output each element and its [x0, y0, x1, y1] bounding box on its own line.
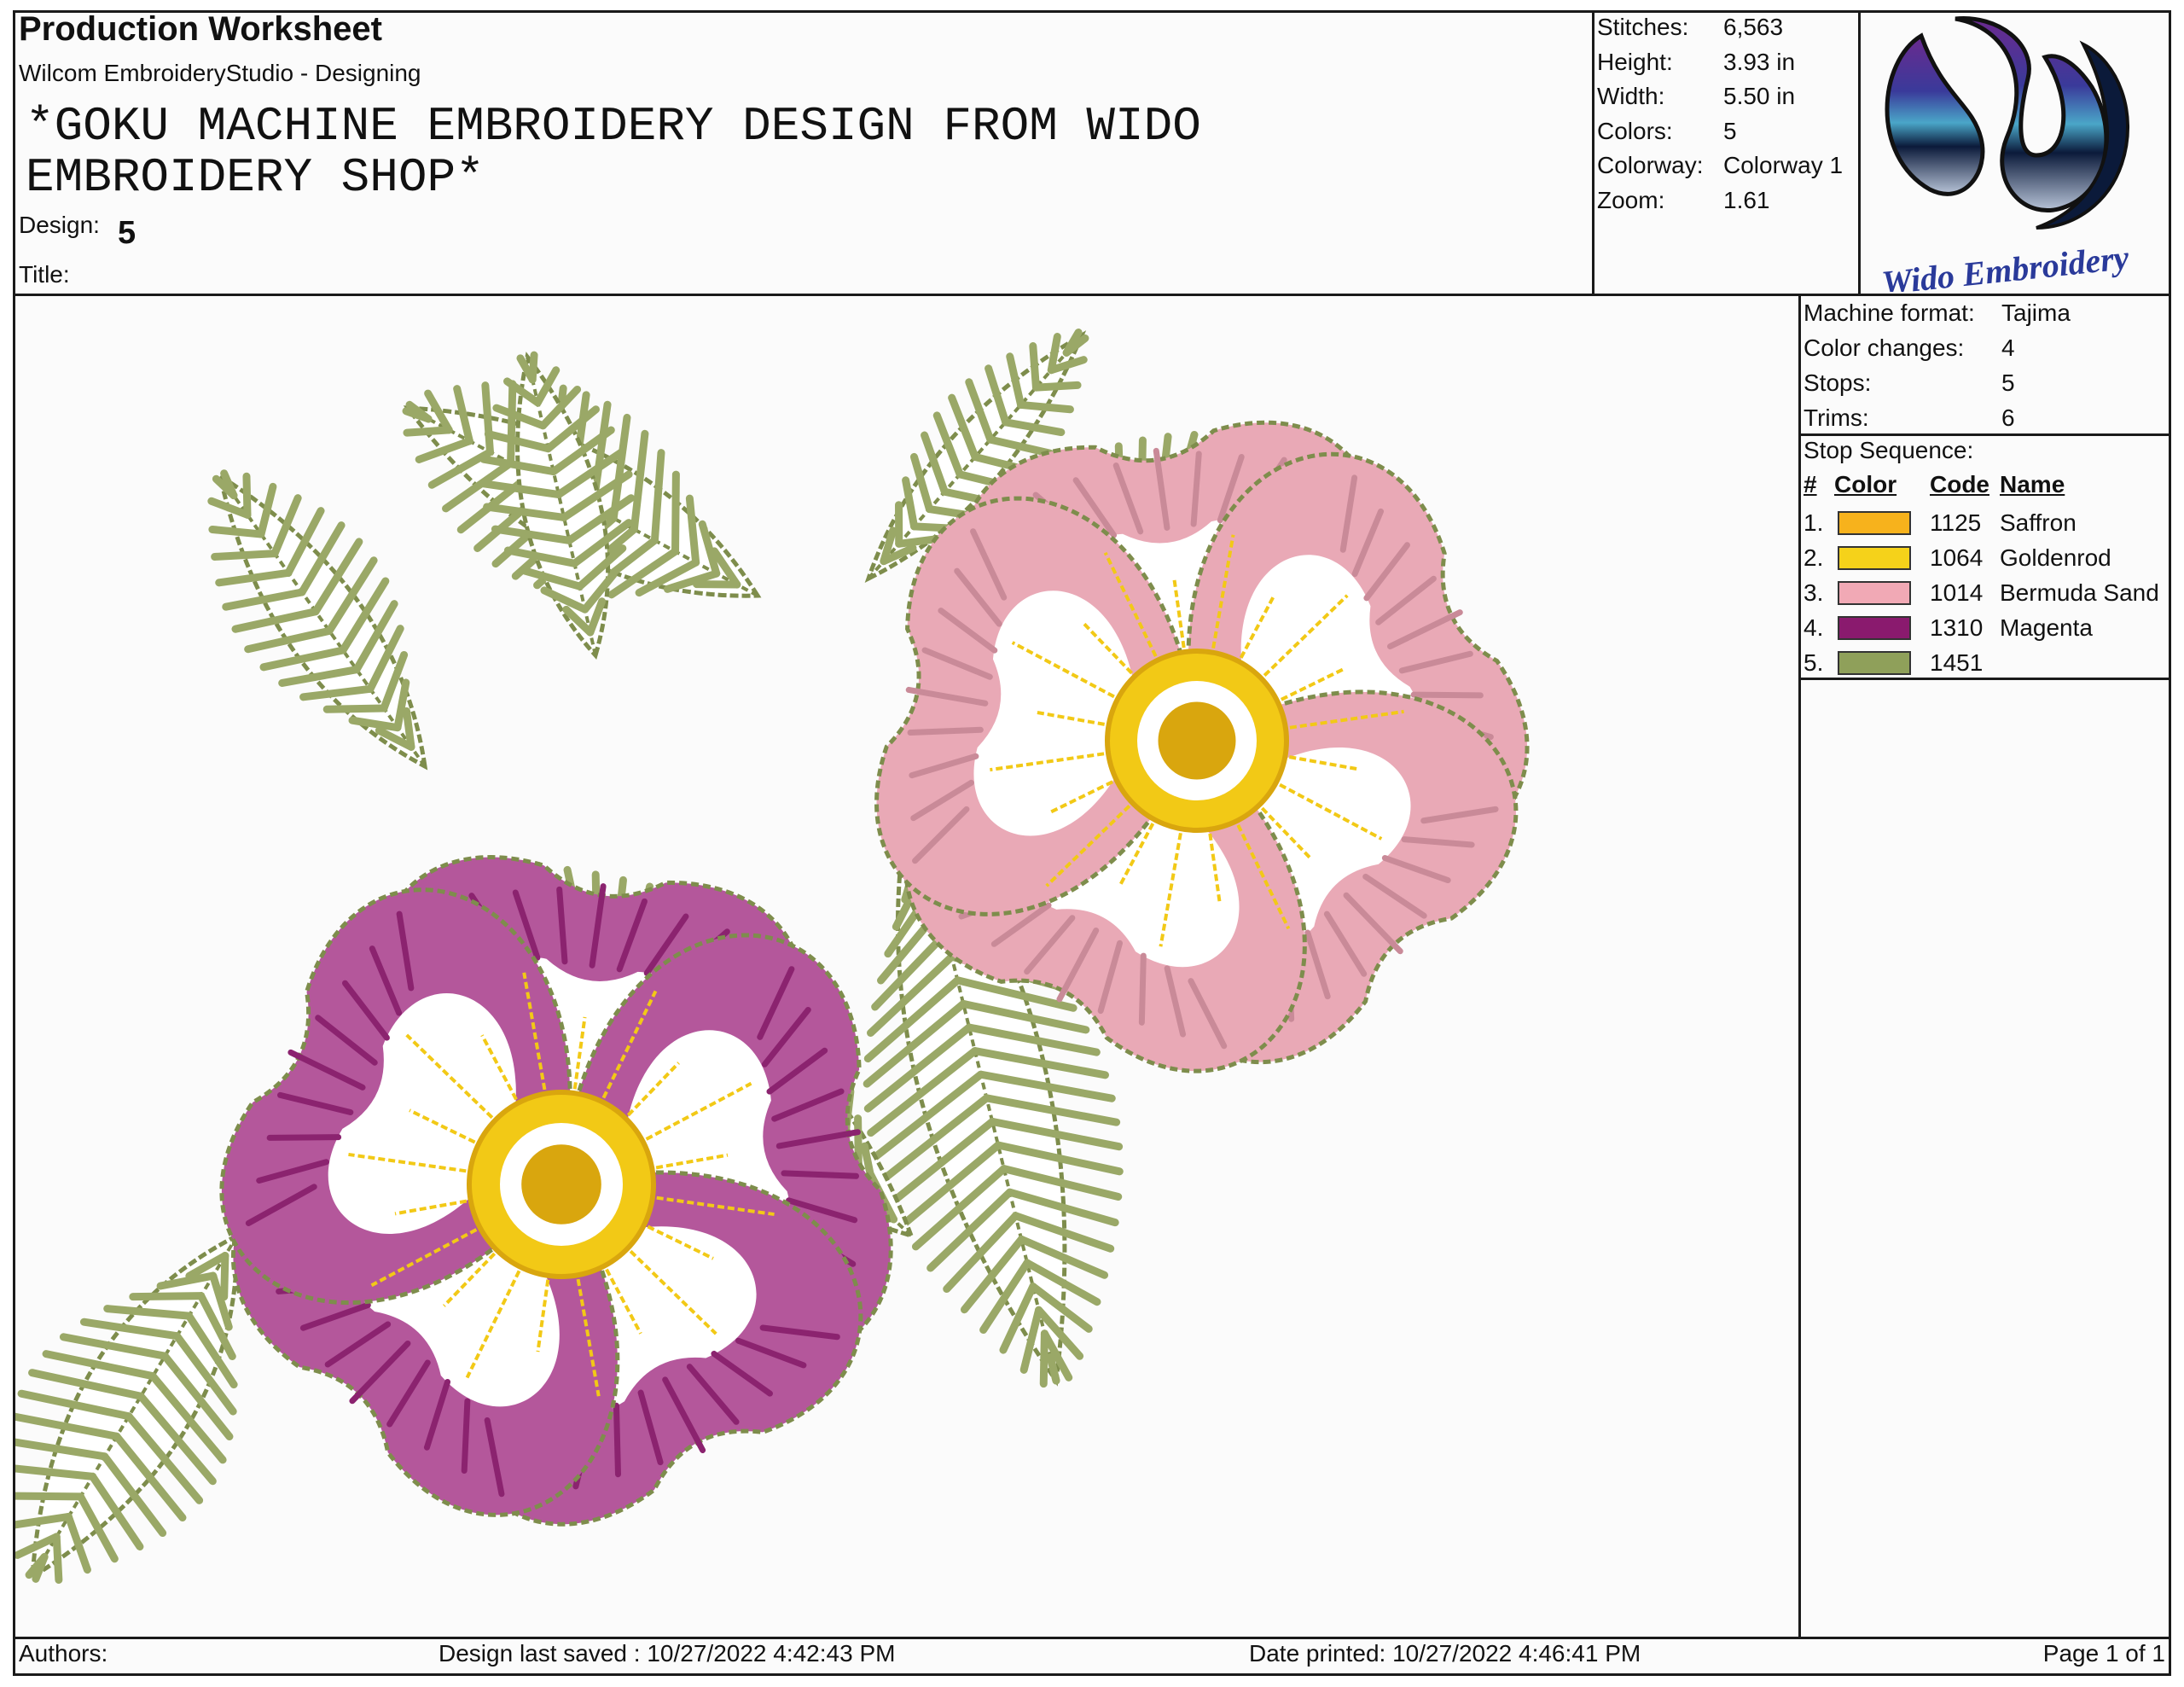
stat-value: 1.61	[1723, 186, 1770, 213]
stat-label: Stitches:	[1597, 14, 1689, 40]
stats-divider	[1592, 10, 1594, 295]
machine-value: 5	[2001, 369, 2015, 396]
machine-row-format: Machine format: Tajima	[1804, 295, 2071, 330]
machine-label: Trims:	[1804, 404, 1869, 431]
stop-sequence-header: # Color Code Name	[1804, 471, 2159, 505]
stat-row-colors: Colors: 5	[1597, 114, 1843, 149]
machine-label: Machine format:	[1804, 300, 1975, 326]
table-row: 5. 1451	[1804, 645, 2159, 680]
flower-center	[1158, 701, 1236, 780]
wido-embroidery-logo: Wido Embroidery	[1880, 16, 2131, 292]
row-code: 1014	[1930, 579, 1984, 606]
logo-swoosh-left	[1885, 32, 1985, 196]
logo-text: Wido Embroidery	[1880, 238, 2131, 292]
row-name: Goldenrod	[2000, 544, 2111, 571]
machine-label: Stops:	[1804, 369, 1872, 396]
table-row: 2. 1064 Goldenrod	[1804, 540, 2159, 575]
stat-row-colorway: Colorway: Colorway 1	[1597, 148, 1843, 183]
table-row: 4. 1310 Magenta	[1804, 610, 2159, 645]
title-label: Title:	[19, 261, 70, 288]
stat-value: 6,563	[1723, 14, 1784, 40]
header-color: Color	[1834, 471, 1897, 497]
header-code: Code	[1930, 471, 1989, 497]
row-code: 1064	[1930, 544, 1984, 571]
document-title: Production Worksheet	[19, 10, 382, 48]
color-swatch	[1838, 615, 1911, 640]
design-stats: Stitches: 6,563 Height: 3.93 in Width: 5.50…	[1597, 10, 1843, 218]
machine-label: Color changes:	[1804, 334, 1965, 361]
stat-row-width: Width: 5.50 in	[1597, 79, 1843, 114]
table-row: 1. 1125 Saffron	[1804, 505, 2159, 540]
stat-label: Width:	[1597, 83, 1665, 109]
row-num: 5.	[1804, 649, 1824, 676]
stat-value: 5	[1723, 117, 1737, 144]
stat-label: Zoom:	[1597, 186, 1665, 213]
stat-row-stitches: Stitches: 6,563	[1597, 10, 1843, 45]
design-label: Design:	[19, 212, 100, 238]
machine-row-stops: Stops: 5	[1804, 365, 2071, 400]
row-name: Magenta	[2000, 614, 2093, 641]
stat-value: Colorway 1	[1723, 152, 1844, 178]
color-swatch	[1838, 545, 1911, 570]
table-row: 3. 1014 Bermuda Sand	[1804, 575, 2159, 610]
stat-label: Colorway:	[1597, 152, 1704, 178]
stop-sequence-label: Stop Sequence:	[1804, 437, 1974, 463]
leaf-middle-left	[207, 469, 428, 771]
stat-label: Height:	[1597, 48, 1673, 75]
row-num: 2.	[1804, 544, 1824, 571]
machine-info: Machine format: Tajima Color changes: 4 St…	[1804, 295, 2071, 435]
stat-value: 5.50 in	[1723, 83, 1796, 109]
row-code: 1310	[1930, 614, 1984, 641]
machine-row-trims: Trims: 6	[1804, 400, 2071, 435]
magenta-flower	[219, 855, 893, 1527]
machine-value: Tajima	[2001, 300, 2071, 326]
color-swatch	[1838, 510, 1911, 535]
machine-row-color-changes: Color changes: 4	[1804, 330, 2071, 365]
stat-value: 3.93 in	[1723, 48, 1796, 75]
row-code: 1451	[1930, 649, 1984, 676]
embroidery-preview	[15, 329, 1530, 1584]
color-swatch	[1838, 580, 1911, 605]
row-name: Bermuda Sand	[2000, 579, 2159, 606]
sidebar-divider	[1798, 294, 1801, 1638]
footer-last-saved: Design last saved : 10/27/2022 4:42:43 P…	[439, 1640, 896, 1667]
application-name: Wilcom EmbroideryStudio - Designing	[19, 60, 421, 86]
leaf-bottom-left	[15, 1231, 240, 1584]
footer-page-number: Page 1 of 1	[2042, 1640, 2165, 1667]
footer-authors: Authors:	[19, 1640, 108, 1667]
design-value: 5	[118, 215, 136, 251]
stop-sequence-table: # Color Code Name 1. 1125 Saffron 2. 106…	[1804, 471, 2159, 680]
stat-row-height: Height: 3.93 in	[1597, 45, 1843, 80]
row-code: 1125	[1930, 509, 1982, 536]
stat-row-zoom: Zoom: 1.61	[1597, 183, 1843, 218]
footer-date-printed: Date printed: 10/27/2022 4:46:41 PM	[1249, 1640, 1641, 1667]
color-swatch	[1838, 650, 1911, 675]
logo-divider	[1858, 10, 1861, 295]
machine-value: 4	[2001, 334, 2015, 361]
header-num: #	[1804, 471, 1817, 497]
header-name: Name	[2000, 471, 2065, 497]
row-num: 4.	[1804, 614, 1824, 641]
flower-center	[521, 1144, 601, 1225]
design-name: *GOKU MACHINE EMBROIDERY DESIGN FROM WID…	[26, 99, 1201, 205]
machine-value: 6	[2001, 404, 2015, 431]
stat-label: Colors:	[1597, 117, 1673, 144]
footer-divider	[13, 1637, 2171, 1639]
row-num: 3.	[1804, 579, 1824, 606]
row-name: Saffron	[2000, 509, 2077, 536]
row-num: 1.	[1804, 509, 1824, 536]
